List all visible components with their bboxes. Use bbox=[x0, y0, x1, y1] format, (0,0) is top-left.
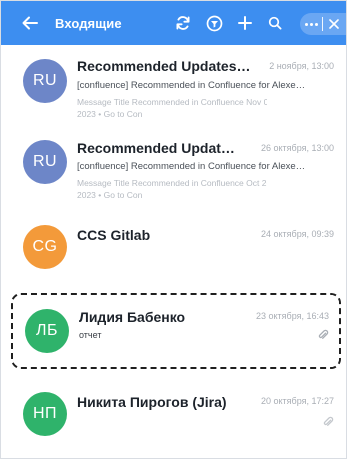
avatar: RU bbox=[23, 140, 67, 184]
paperclip-icon bbox=[323, 416, 334, 426]
mail-subject: [confluence] Recommended in Confluence f… bbox=[77, 161, 306, 172]
mail-item[interactable]: RU Recommended Updat… 26 октября, 13:00 … bbox=[1, 128, 346, 208]
filter-button[interactable] bbox=[200, 1, 228, 45]
mail-date: 2 ноября, 13:00 bbox=[269, 61, 334, 71]
filter-icon bbox=[206, 15, 222, 31]
arrow-left-icon bbox=[22, 16, 38, 30]
header-bar: Входящие bbox=[1, 1, 346, 45]
mail-date: 24 октября, 09:39 bbox=[260, 229, 334, 239]
mail-item[interactable]: НП Никита Пирогов (Jira) 20 октября, 17:… bbox=[1, 380, 346, 456]
mail-sender: Лидия Бабенко bbox=[79, 309, 186, 325]
avatar: CG bbox=[23, 225, 67, 269]
close-icon bbox=[329, 19, 339, 29]
mail-subject: отчет bbox=[79, 330, 102, 340]
mail-sender: CCS Gitlab bbox=[77, 227, 151, 243]
mail-item[interactable]: ЛБ Лидия Бабенко 23 октября, 16:43 отчет bbox=[13, 295, 339, 367]
close-button[interactable] bbox=[323, 13, 345, 35]
plus-icon bbox=[238, 16, 252, 30]
mail-date: 23 октября, 16:43 bbox=[255, 311, 329, 321]
back-button[interactable] bbox=[13, 1, 47, 45]
search-button[interactable] bbox=[261, 1, 289, 45]
mail-date: 26 октября, 13:00 bbox=[260, 143, 334, 153]
more-dots-icon bbox=[304, 22, 308, 26]
avatar: ЛБ bbox=[25, 309, 69, 353]
new-mail-button[interactable] bbox=[231, 1, 259, 45]
mail-preview: Message Title Recommended in Confluence … bbox=[77, 177, 267, 201]
avatar: НП bbox=[23, 392, 67, 436]
mail-sender: Recommended Updates… bbox=[77, 58, 251, 74]
mail-app-window: Входящие RU Recommended Updates… 2 ноябр… bbox=[0, 0, 347, 459]
window-controls bbox=[300, 13, 346, 35]
focused-mail-frame: ЛБ Лидия Бабенко 23 октября, 16:43 отчет bbox=[11, 293, 341, 369]
paperclip-icon bbox=[318, 329, 329, 339]
mail-date: 20 октября, 17:27 bbox=[260, 396, 334, 406]
mail-list: RU Recommended Updates… 2 ноября, 13:00 … bbox=[1, 45, 346, 458]
more-button[interactable] bbox=[300, 13, 322, 35]
mail-preview-line: 2023 • Go to Con bbox=[77, 109, 143, 119]
mail-sender: Никита Пирогов (Jira) bbox=[77, 394, 227, 410]
search-icon bbox=[268, 16, 282, 30]
mail-item[interactable]: CG CCS Gitlab 24 октября, 09:39 bbox=[1, 215, 346, 275]
mail-item[interactable]: RU Recommended Updates… 2 ноября, 13:00 … bbox=[1, 45, 346, 125]
mail-preview: Message Title Recommended in Confluence … bbox=[77, 96, 267, 120]
refresh-button[interactable] bbox=[169, 1, 197, 45]
page-title: Входящие bbox=[55, 15, 122, 31]
mail-sender: Recommended Updat… bbox=[77, 140, 235, 156]
mail-preview-line: 2023 • Go to Con bbox=[77, 190, 143, 200]
mail-subject: [confluence] Recommended in Confluence f… bbox=[77, 80, 306, 91]
mail-preview-line: Message Title Recommended in Confluence … bbox=[77, 178, 267, 188]
mail-preview-line: Message Title Recommended in Confluence … bbox=[77, 97, 267, 107]
refresh-icon bbox=[176, 16, 190, 30]
avatar: RU bbox=[23, 59, 67, 103]
